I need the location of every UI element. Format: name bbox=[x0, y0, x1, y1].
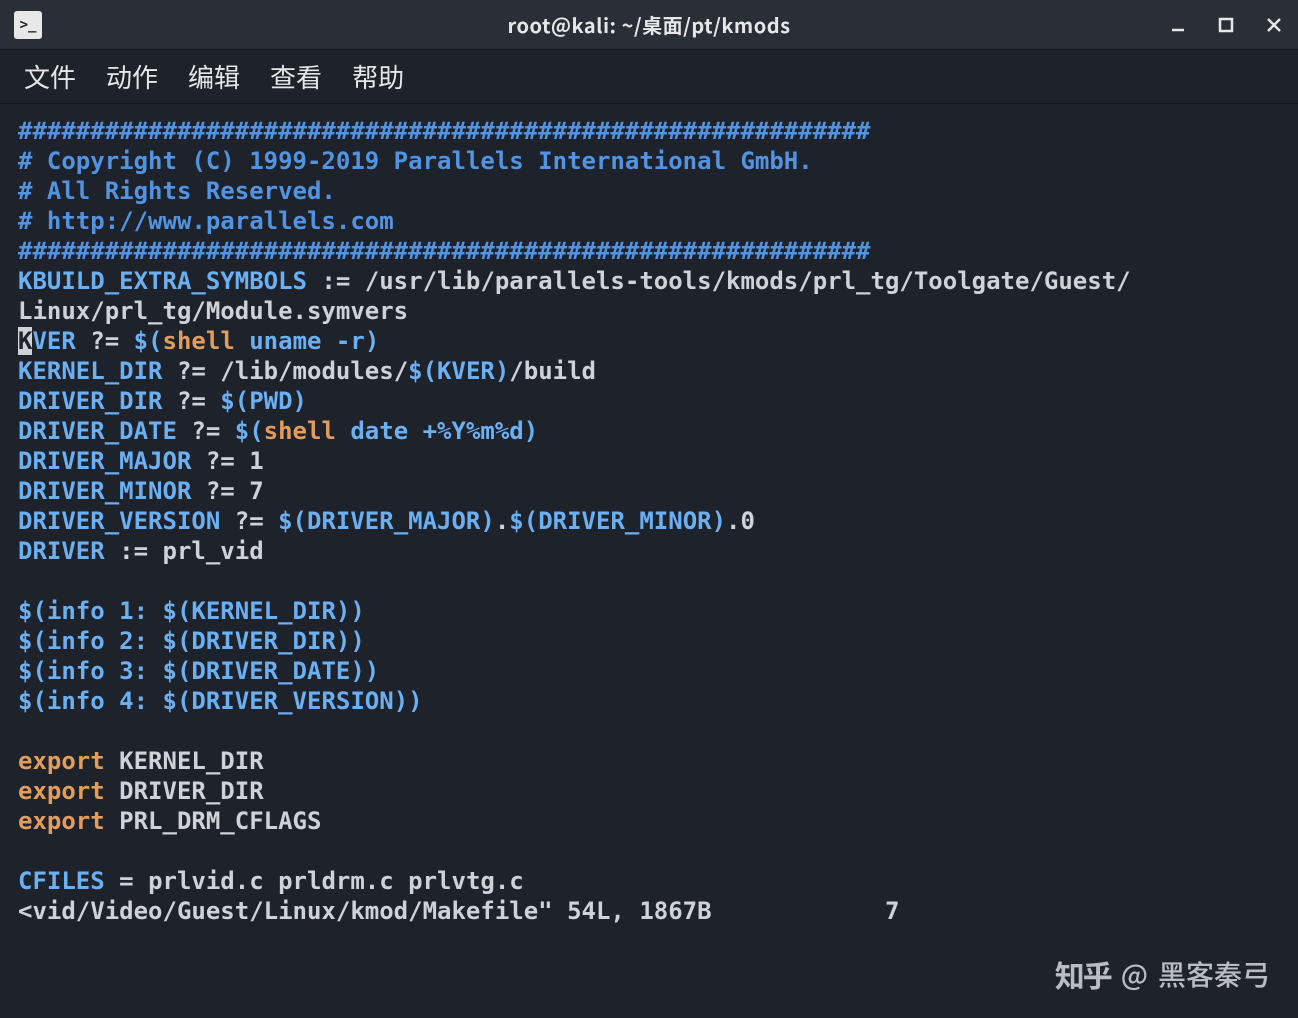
var-name: DRIVER bbox=[18, 537, 105, 565]
minimize-icon bbox=[1170, 17, 1186, 33]
export-var: KERNEL_DIR bbox=[105, 747, 264, 775]
shell-kw: shell bbox=[163, 327, 235, 355]
dollar-open: $( bbox=[18, 687, 47, 715]
var-name: DRIVER_DATE bbox=[18, 417, 177, 445]
menu-edit[interactable]: 编辑 bbox=[188, 58, 240, 95]
copyright-line: # Copyright (C) 1999-2019 Parallels Inte… bbox=[18, 147, 813, 175]
assign-op: := bbox=[105, 537, 163, 565]
terminal-content[interactable]: ########################################… bbox=[0, 104, 1298, 938]
dot: . bbox=[495, 507, 509, 535]
cursor: K bbox=[18, 327, 32, 355]
path-text: /usr/lib/parallels-tools/kmods/prl_tg/To… bbox=[365, 267, 1131, 295]
close-paren: ) bbox=[365, 327, 379, 355]
assign-op: ?= bbox=[163, 357, 221, 385]
assign-op: ?= bbox=[177, 417, 235, 445]
shell-cmd: date +%Y%m%d bbox=[350, 417, 523, 445]
dollar-open: $( bbox=[18, 657, 47, 685]
copyright-line: # http://www.parallels.com bbox=[18, 207, 394, 235]
export-kw: export bbox=[18, 807, 105, 835]
assign-op: ?= bbox=[220, 507, 278, 535]
close-paren: ) bbox=[350, 597, 364, 625]
var-name: DRIVER_VERSION bbox=[18, 507, 220, 535]
menu-action[interactable]: 动作 bbox=[106, 58, 158, 95]
info-kw: info 2: bbox=[47, 627, 163, 655]
var-name: CFILES bbox=[18, 867, 105, 895]
var-name: KERNEL_DIR bbox=[18, 357, 163, 385]
var-ref: $(KVER) bbox=[408, 357, 509, 385]
export-var: PRL_DRM_CFLAGS bbox=[105, 807, 322, 835]
path-text: /build bbox=[509, 357, 596, 385]
menu-help[interactable]: 帮助 bbox=[352, 58, 404, 95]
info-kw: info 4: bbox=[47, 687, 163, 715]
var-ref: $(DRIVER_VERSION) bbox=[163, 687, 409, 715]
var-ref: $(DRIVER_MAJOR) bbox=[278, 507, 495, 535]
value: 7 bbox=[249, 477, 263, 505]
at-sign: @ bbox=[1121, 954, 1148, 994]
close-paren: ) bbox=[365, 657, 379, 685]
assign-op: ?= bbox=[76, 327, 134, 355]
maximize-button[interactable] bbox=[1202, 0, 1250, 49]
var-name: DRIVER_DIR bbox=[18, 387, 163, 415]
vim-status: <vid/Video/Guest/Linux/kmod/Makefile" 54… bbox=[18, 897, 712, 925]
hash-line: ########################################… bbox=[18, 117, 871, 145]
value: 1 bbox=[249, 447, 263, 475]
value: .0 bbox=[726, 507, 755, 535]
copyright-line: # All Rights Reserved. bbox=[18, 177, 336, 205]
terminal-icon: >_ bbox=[14, 11, 42, 39]
close-paren: ) bbox=[350, 627, 364, 655]
value: prlvid.c prldrm.c prlvtg.c bbox=[148, 867, 524, 895]
assign-op: ?= bbox=[191, 447, 249, 475]
export-var: DRIVER_DIR bbox=[105, 777, 264, 805]
var-name: KBUILD_EXTRA_SYMBOLS bbox=[18, 267, 307, 295]
window-title: root@kali: ~/桌面/pt/kmods bbox=[507, 10, 790, 39]
var-ref: $(PWD) bbox=[220, 387, 307, 415]
vim-status-right: 7 bbox=[885, 897, 899, 925]
close-paren: ) bbox=[408, 687, 422, 715]
window-controls bbox=[1154, 0, 1298, 49]
export-kw: export bbox=[18, 747, 105, 775]
maximize-icon bbox=[1218, 17, 1234, 33]
var-ref: $(DRIVER_DATE) bbox=[163, 657, 365, 685]
var-name: DRIVER_MINOR bbox=[18, 477, 191, 505]
space bbox=[235, 327, 249, 355]
hash-line: ########################################… bbox=[18, 237, 871, 265]
space bbox=[336, 417, 350, 445]
path-text: /lib/modules/ bbox=[220, 357, 408, 385]
assign-op: := bbox=[307, 267, 365, 295]
var-ref: $(KERNEL_DIR) bbox=[163, 597, 351, 625]
assign-op: ?= bbox=[191, 477, 249, 505]
export-kw: export bbox=[18, 777, 105, 805]
dollar-open: $( bbox=[134, 327, 163, 355]
watermark: 知乎 @黑客秦弓 bbox=[1055, 952, 1270, 996]
close-paren: ) bbox=[524, 417, 538, 445]
var-ref: $(DRIVER_MINOR) bbox=[509, 507, 726, 535]
minimize-button[interactable] bbox=[1154, 0, 1202, 49]
shell-kw: shell bbox=[264, 417, 336, 445]
zhihu-icon: 知乎 bbox=[1055, 952, 1111, 996]
path-text: Linux/prl_tg/Module.symvers bbox=[18, 297, 408, 325]
assign-op: ?= bbox=[163, 387, 221, 415]
menu-view[interactable]: 查看 bbox=[270, 58, 322, 95]
assign-op: = bbox=[105, 867, 148, 895]
titlebar: >_ root@kali: ~/桌面/pt/kmods bbox=[0, 0, 1298, 50]
var-name: VER bbox=[32, 327, 75, 355]
info-kw: info 3: bbox=[47, 657, 163, 685]
var-ref: $(DRIVER_DIR) bbox=[163, 627, 351, 655]
value: prl_vid bbox=[163, 537, 264, 565]
dollar-open: $( bbox=[235, 417, 264, 445]
menubar: 文件 动作 编辑 查看 帮助 bbox=[0, 50, 1298, 104]
shell-cmd: uname -r bbox=[249, 327, 365, 355]
var-name: DRIVER_MAJOR bbox=[18, 447, 191, 475]
menu-file[interactable]: 文件 bbox=[24, 58, 76, 95]
close-button[interactable] bbox=[1250, 0, 1298, 49]
dollar-open: $( bbox=[18, 597, 47, 625]
info-kw: info 1: bbox=[47, 597, 163, 625]
watermark-user: 黑客秦弓 bbox=[1158, 954, 1270, 994]
dollar-open: $( bbox=[18, 627, 47, 655]
close-icon bbox=[1266, 17, 1282, 33]
